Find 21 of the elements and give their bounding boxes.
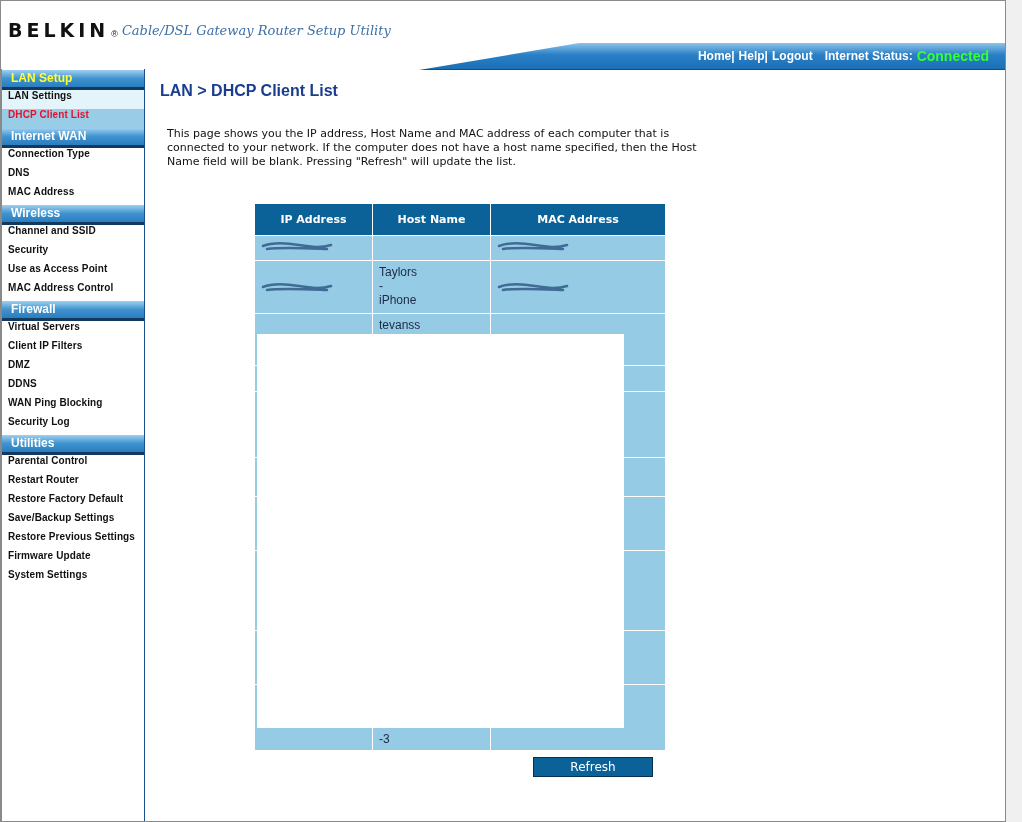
registered-mark: ® (111, 29, 118, 39)
status-label: Internet Status: (824, 49, 913, 63)
sidebar-section-header: Wireless (2, 205, 144, 225)
sidebar-section-header: Internet WAN (2, 128, 144, 148)
sidebar-section-header: Utilities (2, 435, 144, 455)
header-link[interactable]: Home| (697, 49, 735, 63)
header-link[interactable]: Help| (738, 49, 768, 63)
column-header: Host Name (373, 204, 490, 235)
header-link[interactable]: Logout (772, 49, 813, 63)
logo: BELKIN (8, 20, 110, 40)
sidebar-section-header: Firewall (2, 301, 144, 321)
column-header: IP Address (255, 204, 372, 235)
column-header: MAC Address (491, 204, 665, 235)
table-cell: Taylors - iPhone (373, 261, 490, 313)
sidebar-item[interactable]: LAN Settings (2, 90, 144, 109)
header-subtitle: Cable/DSL Gateway Router Setup Utility (121, 23, 391, 38)
page-title: LAN > DHCP Client List (160, 82, 339, 100)
page-description: This page shows you the IP address, Host Name and MAC address of each computer that is connected to your network. If the computer does not have a host name specified, then the Host Name field will be blank. Pressing "Refresh" will update the list. (167, 127, 698, 169)
status-value: Connected (916, 48, 989, 64)
refresh-button[interactable]: Refresh (533, 757, 653, 777)
sidebar-section-header: LAN Setup (2, 70, 144, 90)
